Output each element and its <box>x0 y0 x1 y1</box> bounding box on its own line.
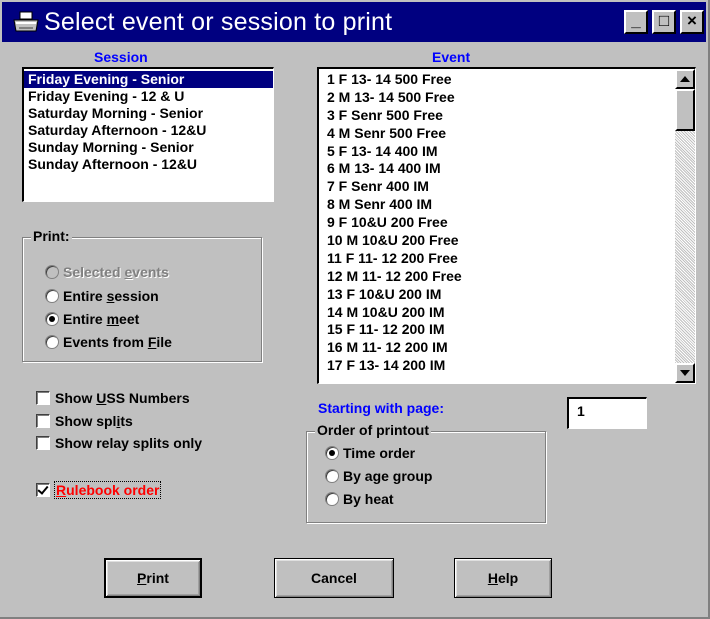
event-item[interactable]: 16 M 11- 12 200 IM <box>319 339 695 357</box>
event-item[interactable]: 4 M Senr 500 Free <box>319 125 695 143</box>
scroll-down-button[interactable] <box>675 363 695 383</box>
radio-indicator[interactable] <box>325 446 339 460</box>
show-relay-splits-only-checkbox[interactable]: Show relay splits only <box>36 434 202 452</box>
order-option-label: By age group <box>343 468 433 484</box>
help-button[interactable]: Help <box>454 558 552 598</box>
arrow-down-icon <box>680 370 690 376</box>
event-item[interactable]: 10 M 10&U 200 Free <box>319 232 695 250</box>
show-uss-checkbox-box[interactable] <box>36 391 50 405</box>
radio-indicator[interactable] <box>45 335 59 349</box>
event-item[interactable]: 13 F 10&U 200 IM <box>319 286 695 304</box>
order-option-2-radio[interactable]: By heat <box>325 490 394 508</box>
event-item[interactable]: 5 F 13- 14 400 IM <box>319 143 695 161</box>
event-listbox[interactable]: 1 F 13- 14 500 Free 2 M 13- 14 500 Free 3 … <box>317 67 696 384</box>
radio-indicator <box>45 265 59 279</box>
title-bar[interactable]: Select event or session to print _ □ × <box>2 2 706 42</box>
maximize-icon: □ <box>658 11 670 30</box>
print-option-2-radio[interactable]: Entire meet <box>45 310 139 328</box>
print-dialog-window: Select event or session to print _ □ × S… <box>0 0 710 619</box>
event-item[interactable]: 9 F 10&U 200 Free <box>319 214 695 232</box>
minimize-button[interactable]: _ <box>624 10 648 34</box>
show-uss-label: Show USS Numbers <box>55 390 190 406</box>
order-option-0-radio[interactable]: Time order <box>325 444 415 462</box>
cancel-button[interactable]: Cancel <box>274 558 394 598</box>
event-item[interactable]: 3 F Senr 500 Free <box>319 107 695 125</box>
show-splits-label: Show splits <box>55 413 133 429</box>
session-item[interactable]: Friday Evening - Senior <box>24 71 273 88</box>
close-icon: × <box>687 11 697 30</box>
print-option-0-radio: Selected events <box>45 263 169 281</box>
print-option-3-radio[interactable]: Events from File <box>45 333 172 351</box>
starting-page-input[interactable]: 1 <box>567 397 647 429</box>
event-item[interactable]: 2 M 13- 14 500 Free <box>319 89 695 107</box>
session-item[interactable]: Saturday Morning - Senior <box>24 105 273 122</box>
help-button-label: Help <box>487 570 519 586</box>
event-item[interactable]: 12 M 11- 12 200 Free <box>319 268 695 286</box>
session-listbox[interactable]: Friday Evening - Senior Friday Evening - … <box>22 67 274 202</box>
order-option-1-radio[interactable]: By age group <box>325 467 432 485</box>
order-group-title: Order of printout <box>315 422 431 438</box>
close-button[interactable]: × <box>680 10 704 34</box>
order-option-label: By heat <box>343 491 394 507</box>
rulebook-checkbox-box[interactable] <box>36 483 50 497</box>
event-label: Event <box>432 49 471 65</box>
minimize-icon: _ <box>631 11 641 30</box>
session-label: Session <box>94 49 148 65</box>
event-item[interactable]: 8 M Senr 400 IM <box>319 196 695 214</box>
arrow-up-icon <box>680 76 690 82</box>
scroll-thumb[interactable] <box>675 89 695 131</box>
show-relay-checkbox-box[interactable] <box>36 436 50 450</box>
session-item[interactable]: Sunday Morning - Senior <box>24 139 273 156</box>
order-option-label: Time order <box>343 445 416 461</box>
show-uss-numbers-checkbox[interactable]: Show USS Numbers <box>36 389 190 407</box>
print-group-title: Print: <box>31 228 72 244</box>
event-item[interactable]: 17 F 13- 14 200 IM <box>319 357 695 375</box>
event-scrollbar[interactable] <box>675 69 695 383</box>
print-button[interactable]: Print <box>104 558 202 598</box>
print-option-label: Entire meet <box>63 311 140 327</box>
print-option-label: Events from File <box>63 334 172 350</box>
event-item[interactable]: 14 M 10&U 200 IM <box>319 304 695 322</box>
session-item[interactable]: Sunday Afternoon - 12&U <box>24 156 273 173</box>
rulebook-order-label: Rulebook order <box>53 481 162 499</box>
radio-indicator[interactable] <box>45 289 59 303</box>
print-option-1-radio[interactable]: Entire session <box>45 287 159 305</box>
print-option-label: Selected events <box>63 264 169 280</box>
starting-page-label: Starting with page: <box>318 400 444 416</box>
event-item[interactable]: 6 M 13- 14 400 IM <box>319 160 695 178</box>
scroll-up-button[interactable] <box>675 69 695 89</box>
order-of-printout-groupbox: Order of printout Time order By age group… <box>306 422 546 523</box>
radio-indicator[interactable] <box>45 312 59 326</box>
radio-indicator[interactable] <box>325 469 339 483</box>
print-option-label: Entire session <box>63 288 159 304</box>
event-item[interactable]: 1 F 13- 14 500 Free <box>319 71 695 89</box>
event-item[interactable]: 15 F 11- 12 200 IM <box>319 321 695 339</box>
show-splits-checkbox[interactable]: Show splits <box>36 412 133 430</box>
radio-indicator[interactable] <box>325 492 339 506</box>
printer-icon <box>13 11 39 32</box>
rulebook-order-checkbox[interactable]: Rulebook order <box>36 481 162 499</box>
event-list-items: 1 F 13- 14 500 Free 2 M 13- 14 500 Free 3 … <box>319 69 695 375</box>
cancel-button-label: Cancel <box>311 570 357 586</box>
show-splits-checkbox-box[interactable] <box>36 414 50 428</box>
print-button-label: Print <box>137 570 169 586</box>
session-item[interactable]: Friday Evening - 12 & U <box>24 88 273 105</box>
event-item[interactable]: 11 F 11- 12 200 Free <box>319 250 695 268</box>
print-groupbox: Print: Selected events Entire session Enti… <box>22 228 262 362</box>
maximize-button[interactable]: □ <box>652 10 676 34</box>
window-title: Select event or session to print <box>44 8 393 36</box>
session-item[interactable]: Saturday Afternoon - 12&U <box>24 122 273 139</box>
event-item[interactable]: 7 F Senr 400 IM <box>319 178 695 196</box>
show-relay-label: Show relay splits only <box>55 435 203 451</box>
